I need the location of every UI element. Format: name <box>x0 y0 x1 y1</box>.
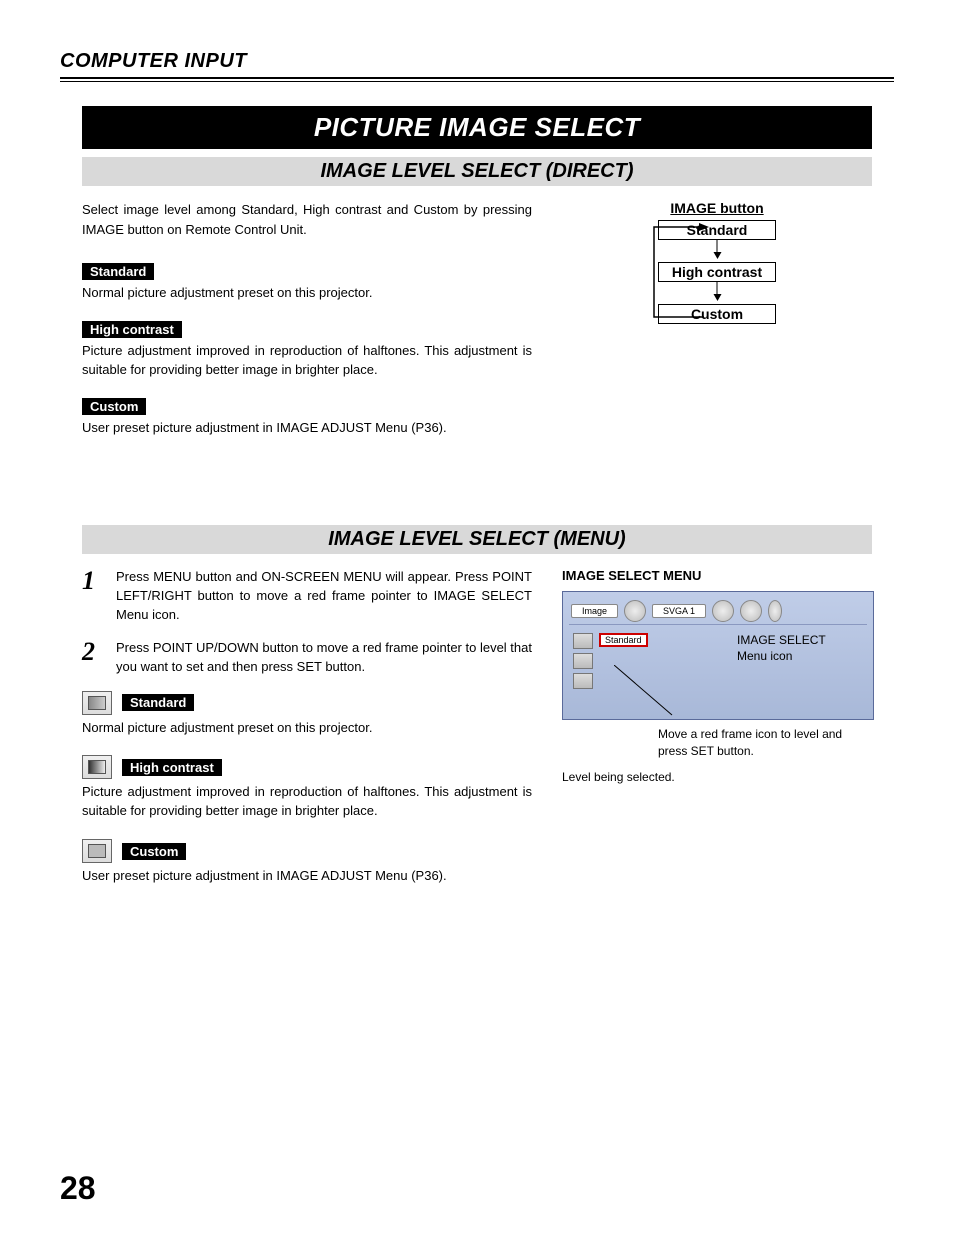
loop-arrow-icon <box>644 216 714 328</box>
custom-icon <box>82 839 112 863</box>
label-custom: Custom <box>82 398 146 415</box>
menu-tab-image: Image <box>571 604 618 618</box>
callout-line <box>614 665 764 725</box>
label-standard: Standard <box>82 263 154 280</box>
menu-icon <box>768 600 782 622</box>
standard-icon <box>82 691 112 715</box>
step-number-2: 2 <box>82 639 102 677</box>
page-number: 28 <box>60 1170 96 1207</box>
callout-move-red-frame: Move a red frame icon to level and press… <box>658 726 868 758</box>
menu-icon <box>624 600 646 622</box>
direct-intro: Select image level among Standard, High … <box>82 200 532 239</box>
menu-desc-high-contrast: Picture adjustment improved in reproduct… <box>82 783 532 821</box>
menu-desc-custom: User preset picture adjustment in IMAGE … <box>82 867 532 886</box>
desc-custom: User preset picture adjustment in IMAGE … <box>82 419 532 438</box>
menu-icon <box>740 600 762 622</box>
menu-label-standard: Standard <box>122 694 194 711</box>
page-title: PICTURE IMAGE SELECT <box>82 106 872 149</box>
arrow-down-icon <box>717 240 718 254</box>
menu-selected-level: Standard <box>599 633 648 647</box>
annotation-image-select-icon: IMAGE SELECT Menu icon <box>737 633 857 664</box>
step-1-text: Press MENU button and ON-SCREEN MENU wil… <box>116 568 532 625</box>
high-contrast-icon <box>82 755 112 779</box>
menu-mini-icon <box>573 633 593 649</box>
label-high-contrast: High contrast <box>82 321 182 338</box>
section-header: COMPUTER INPUT <box>60 50 894 77</box>
header-rule <box>60 77 894 82</box>
menu-desc-standard: Normal picture adjustment preset on this… <box>82 719 532 738</box>
menu-mini-icon <box>573 653 593 669</box>
menu-screenshot: Image SVGA 1 Standard IMAGE SELECT Menu … <box>562 591 874 720</box>
callout-level-selected: Level being selected. <box>562 769 874 785</box>
menu-mini-icon <box>573 673 593 689</box>
image-select-menu-heading: IMAGE SELECT MENU <box>562 568 874 583</box>
arrow-down-icon <box>717 282 718 296</box>
step-2-text: Press POINT UP/DOWN button to move a red… <box>116 639 532 677</box>
subtitle-direct: IMAGE LEVEL SELECT (DIRECT) <box>82 157 872 186</box>
menu-tab-svga: SVGA 1 <box>652 604 706 618</box>
step-number-1: 1 <box>82 568 102 625</box>
menu-icon <box>712 600 734 622</box>
desc-standard: Normal picture adjustment preset on this… <box>82 284 532 303</box>
menu-label-high-contrast: High contrast <box>122 759 222 776</box>
subtitle-menu: IMAGE LEVEL SELECT (MENU) <box>82 525 872 554</box>
desc-high-contrast: Picture adjustment improved in reproduct… <box>82 342 532 380</box>
menu-label-custom: Custom <box>122 843 186 860</box>
diagram-title: IMAGE button <box>627 200 807 216</box>
